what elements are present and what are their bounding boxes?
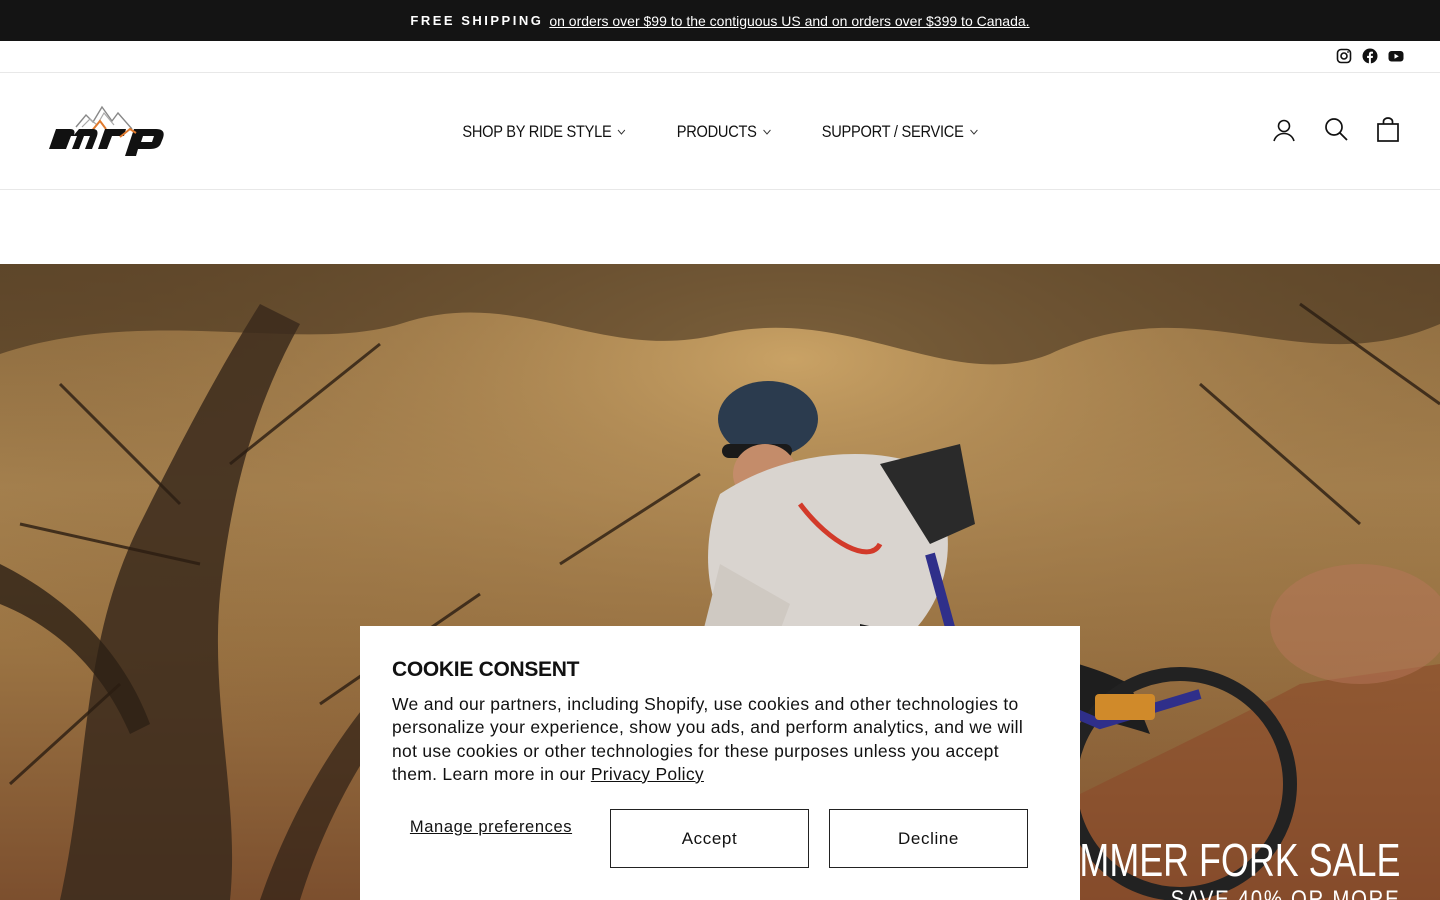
announcement-link[interactable]: on orders over $99 to the contiguous US …	[549, 13, 1029, 29]
chevron-down-icon	[970, 129, 978, 135]
chevron-down-icon	[763, 129, 772, 135]
cookie-body-text: We and our partners, including Shopify, …	[392, 694, 1024, 784]
manage-preferences-button[interactable]: Manage preferences	[392, 817, 590, 838]
privacy-policy-link[interactable]: Privacy Policy	[591, 764, 704, 784]
social-bar	[0, 41, 1440, 73]
nav-label: PRODUCTS	[676, 121, 757, 141]
cart-icon[interactable]	[1376, 117, 1400, 143]
sale-title: SUMMER FORK SALE	[1029, 834, 1400, 886]
nav-shop-by-ride-style[interactable]: SHOP BY RIDE STYLE	[462, 122, 626, 142]
main-nav: SHOP BY RIDE STYLE PRODUCTS SUPPORT / SE…	[0, 73, 1440, 190]
youtube-icon[interactable]	[1388, 48, 1404, 64]
nav-products[interactable]: PRODUCTS	[677, 122, 772, 142]
cookie-consent-dialog: COOKIE CONSENT We and our partners, incl…	[360, 626, 1080, 900]
announcement-strong: FREE SHIPPING	[410, 13, 544, 28]
account-icon[interactable]	[1272, 117, 1296, 143]
facebook-icon[interactable]	[1362, 48, 1378, 64]
nav-label: SUPPORT / SERVICE	[821, 121, 964, 141]
cookie-actions: Manage preferences Accept Decline	[392, 809, 1028, 868]
accept-button[interactable]: Accept	[610, 809, 809, 868]
chevron-down-icon	[617, 129, 626, 135]
announcement-bar: FREE SHIPPING on orders over $99 to the …	[0, 0, 1440, 41]
decline-button[interactable]: Decline	[829, 809, 1028, 868]
nav-label: SHOP BY RIDE STYLE	[462, 121, 612, 141]
site-header: SHOP BY RIDE STYLE PRODUCTS SUPPORT / SE…	[0, 73, 1440, 190]
nav-support-service[interactable]: SUPPORT / SERVICE	[822, 122, 978, 142]
cookie-body: We and our partners, including Shopify, …	[392, 693, 1042, 786]
search-icon[interactable]	[1324, 117, 1348, 143]
cookie-title: COOKIE CONSENT	[392, 658, 580, 681]
instagram-icon[interactable]	[1336, 48, 1352, 64]
